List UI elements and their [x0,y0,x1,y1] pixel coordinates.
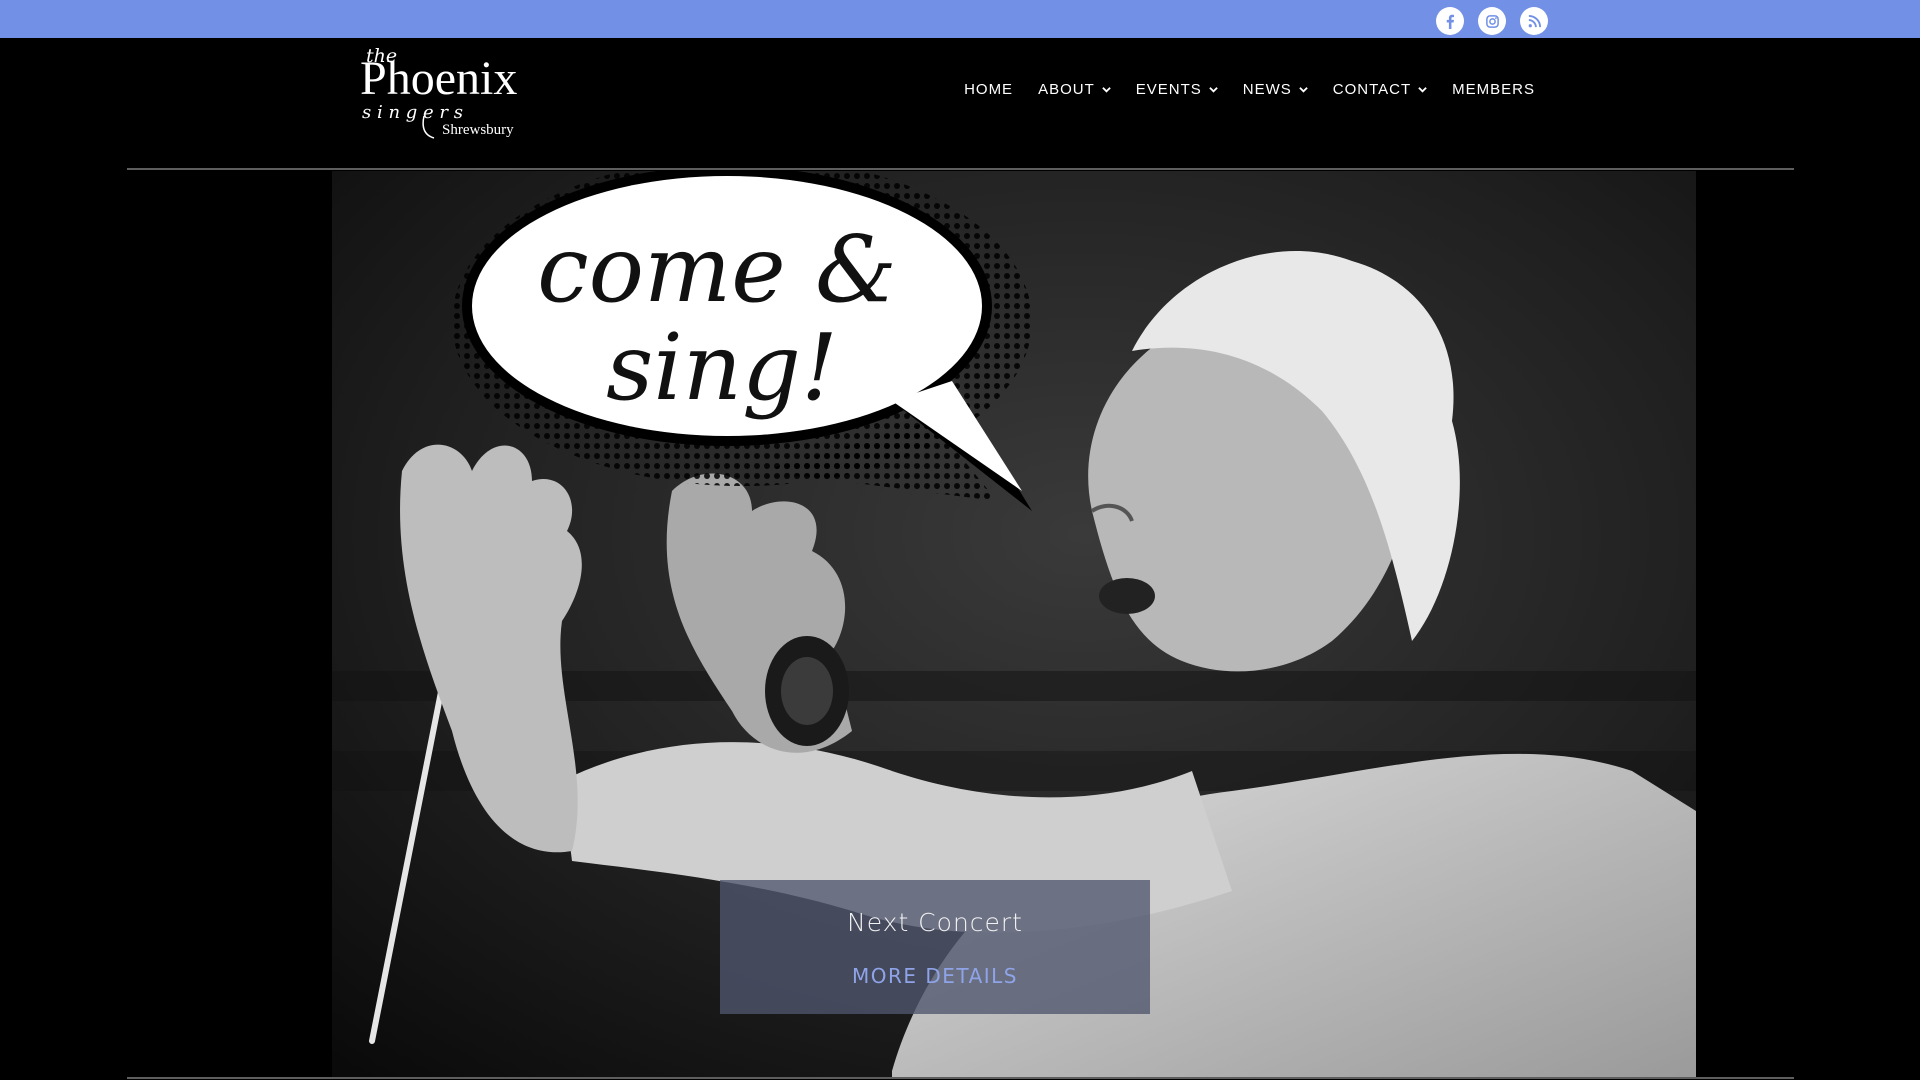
instagram-icon[interactable] [1478,7,1506,35]
nav-about-label: ABOUT [1038,80,1095,98]
nav-contact[interactable]: CONTACT [1333,81,1427,98]
more-details-link[interactable]: MORE DETAILS [720,964,1150,988]
nav-about[interactable]: ABOUT [1038,81,1111,98]
chevron-down-icon [1102,86,1111,93]
open-mouth [1099,578,1155,614]
logo-phoenix: Phoenix [360,52,517,105]
rss-icon[interactable] [1520,7,1548,35]
instagram-glyph [1485,14,1499,28]
chevron-down-icon [1209,86,1218,93]
nav-events-label: EVENTS [1135,80,1202,98]
nav-contact-label: CONTACT [1332,80,1412,98]
phoenix-singers-logo: the Phoenix s i n g e r s Shrewsbury [360,45,517,139]
header-divider [127,168,1794,170]
bubble-line-2: sing! [606,314,838,421]
next-concert-title: Next Concert [847,908,1023,937]
logo-shrewsbury: Shrewsbury [442,122,514,138]
nav-news-label: NEWS [1242,80,1292,98]
social-top-bar [0,0,1920,38]
chevron-down-icon [1299,86,1308,93]
facebook-glyph [1446,14,1454,29]
nav-news[interactable]: NEWS [1243,81,1308,98]
logo-singers: s i n g e r s [362,102,463,123]
nav-home[interactable]: HOME [964,81,1013,98]
watch-face [781,657,833,725]
chevron-down-icon [1418,86,1427,93]
bubble-line-1: come & [537,216,897,323]
site-logo[interactable]: the Phoenix s i n g e r s Shrewsbury [358,36,528,144]
main-nav: HOME ABOUT EVENTS NEWS CONTACT MEMBERS [939,74,1535,104]
nav-events[interactable]: EVENTS [1136,81,1218,98]
nav-home-label: HOME [964,80,1014,98]
hero-bottom-divider [127,1077,1794,1079]
facebook-icon[interactable] [1436,7,1464,35]
rss-glyph [1528,14,1541,27]
next-concert-panel: Next Concert MORE DETAILS [720,880,1150,1014]
nav-members[interactable]: MEMBERS [1452,81,1535,98]
nav-members-label: MEMBERS [1452,80,1535,98]
